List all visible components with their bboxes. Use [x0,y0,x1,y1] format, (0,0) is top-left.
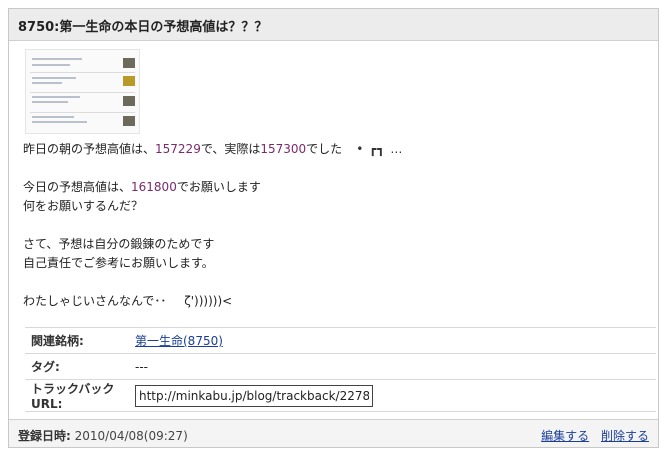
post-body: 昨日の朝の予想高値は、157229で、実際は157300でした • ┏┓ … 今日… [9,41,658,311]
text-segment: で、実際は [200,142,261,156]
blog-post-panel: 8750:第一生命の本日の予想高値は？？？ 昨日の朝の予想高値は、157229で… [8,8,659,448]
edit-link[interactable]: 編集する [541,429,589,443]
related-stock-row: 関連銘柄: 第一生命(8750) [25,327,656,354]
tag-value: --- [135,353,656,380]
body-line-6: わたしゃじいさんなんで･･ ζ'))))))< [23,292,658,311]
post-footer: 登録日時: 2010/04/08(09:27) 編集する 削除する [9,419,658,447]
price-value: 157229 [155,142,201,156]
text-segment: でお願いします [176,180,261,194]
post-meta-table: 関連銘柄: 第一生命(8750) タグ: --- トラックバックURL: [25,327,656,412]
delete-link[interactable]: 削除する [601,429,649,443]
body-line-5: 自己責任でご参考にお願いします。 [23,256,214,270]
text-segment: でした [306,142,343,156]
body-line-2: 今日の予想高値は、161800でお願いします [23,178,658,197]
body-line-3: 何をお願いするんだ？ [23,199,144,213]
related-stock-link[interactable]: 第一生命(8750) [135,334,223,348]
fish-emoticon: ζ'))))))< [184,294,233,308]
trackback-url-field[interactable] [135,384,373,407]
text-segment: 今日の予想高値は、 [23,180,132,194]
thumbnail-image[interactable] [25,49,140,134]
body-line-4: さて、予想は自分の鍛錬のためです [23,237,215,251]
text-segment: わたしゃじいさんなんで･･ [23,294,167,308]
registered-date-label: 登録日時: [18,429,71,443]
post-title: 8750:第一生命の本日の予想高値は？？？ [9,9,658,41]
trackback-label: トラックバックURL: [25,379,135,412]
registered-date: 2010/04/08(09:27) [74,429,188,443]
price-value: 161800 [131,180,177,194]
body-line-1: 昨日の朝の予想高値は、157229で、実際は157300でした • ┏┓ … [23,140,658,159]
price-value: 157300 [260,142,307,156]
text-segment: 昨日の朝の予想高値は、 [23,142,156,156]
tag-row: タグ: --- [25,353,656,380]
trackback-row: トラックバックURL: [25,379,656,412]
emoticon-icon: • ┏┓ … [356,142,404,156]
tag-label: タグ: [25,353,135,380]
related-stock-label: 関連銘柄: [25,327,135,354]
